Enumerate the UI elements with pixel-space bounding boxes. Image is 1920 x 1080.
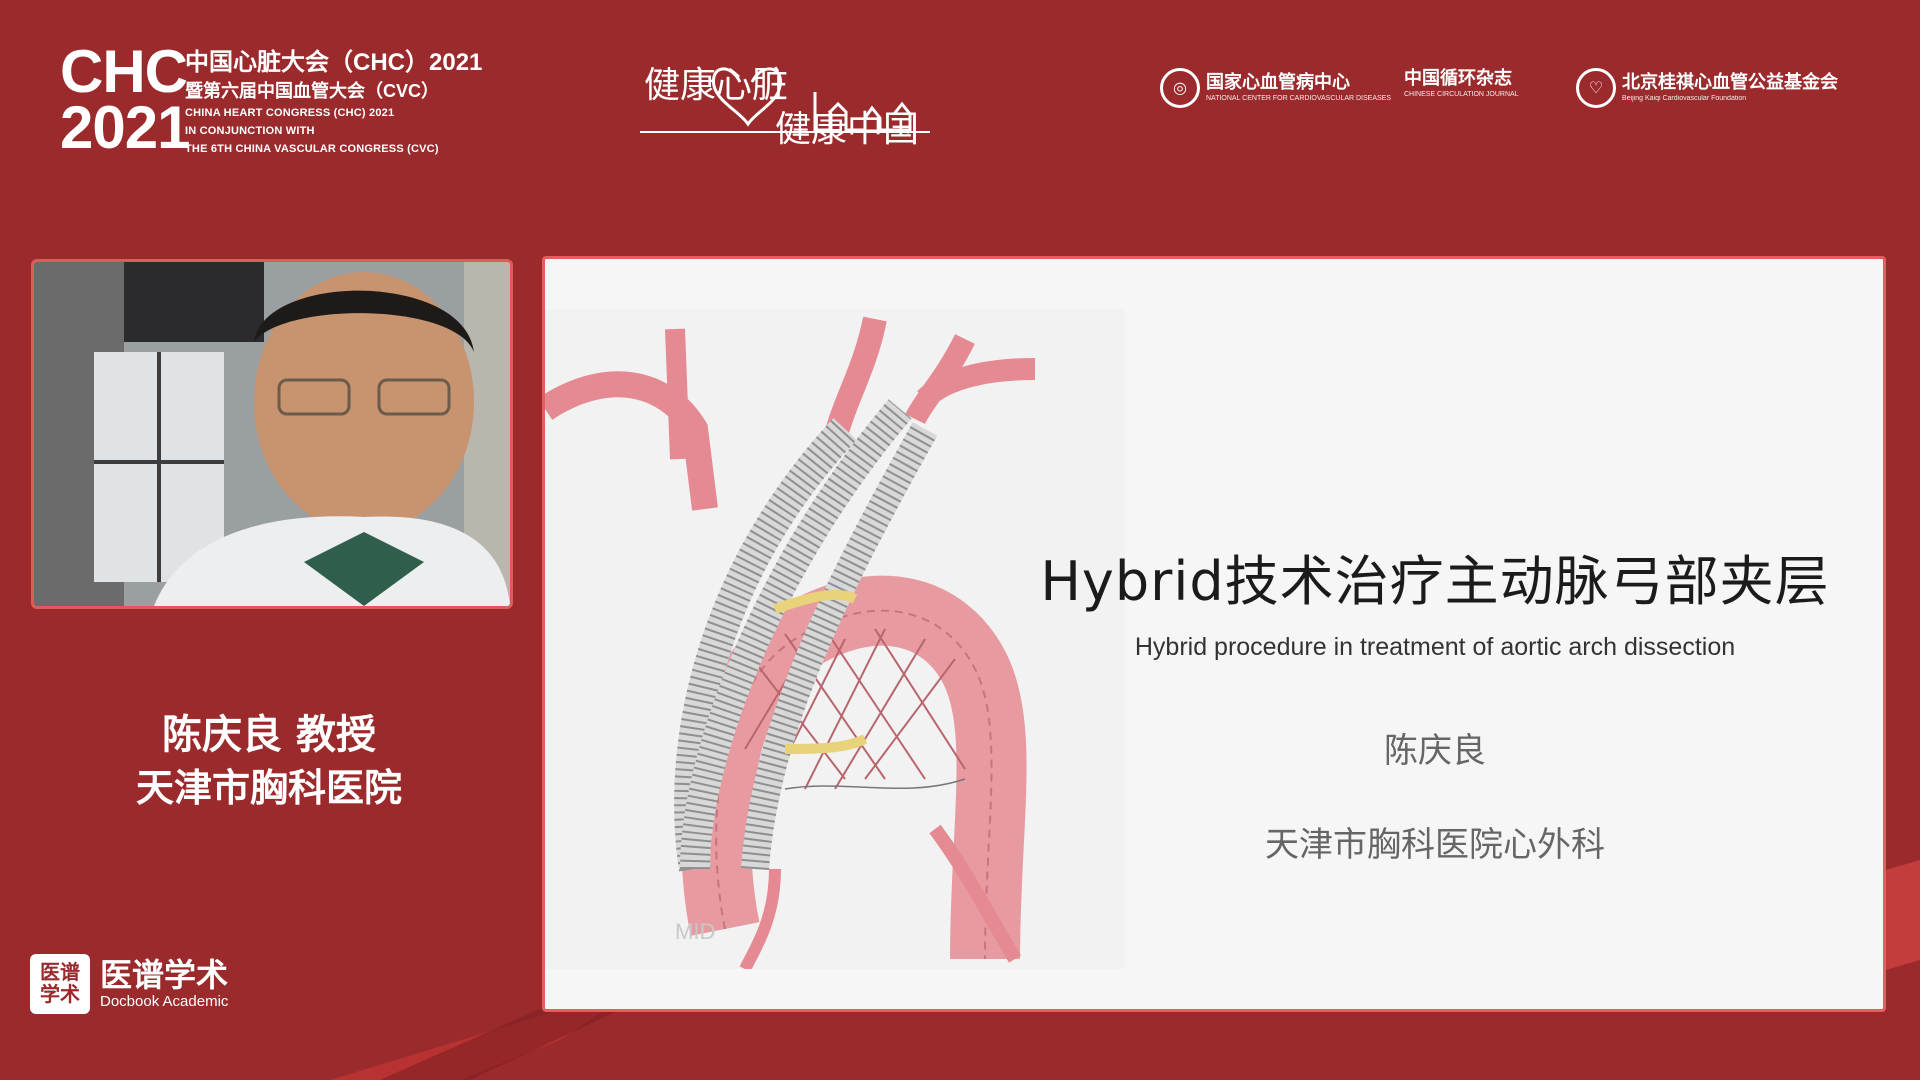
slide-author: 陈庆良: [1384, 731, 1486, 771]
org-ncc-en: NATIONAL CENTER FOR CARDIOVASCULAR DISEA…: [1206, 95, 1392, 102]
docbook-icon-top: 医谱: [40, 962, 80, 984]
org-foundation-en: Beijing Kaiqi Cardiovascular Foundation: [1622, 95, 1747, 102]
congress-title-cn: 中国心脏大会（CHC）2021: [185, 49, 483, 76]
congress-info: 中国心脏大会（CHC）2021 暨第六届中国血管大会（CVC） CHINA HE…: [185, 48, 482, 158]
slide-subtitle: Hybrid procedure in treatment of aortic …: [1134, 633, 1736, 661]
congress-subtitle-cn: 暨第六届中国血管大会（CVC）: [185, 81, 440, 101]
slide-title: Hybrid技术治疗主动脉弓部夹层: [1040, 550, 1830, 613]
org-ncc-cn: 国家心血管病中心: [1206, 72, 1350, 93]
docbook-icon-bottom: 学术: [40, 984, 80, 1006]
org-journal: 中国循环杂志 CHINESE CIRCULATION JOURNAL: [1404, 68, 1519, 100]
chc-logo: CHC 2021: [60, 38, 190, 161]
org-journal-cn: 中国循环杂志: [1404, 68, 1512, 89]
org-foundation: ♡ 北京桂祺心血管公益基金会 Beijing Kaiqi Cardiovascu…: [1576, 68, 1838, 108]
congress-title-en: CHINA HEART CONGRESS (CHC) 2021: [185, 107, 395, 119]
chc-logo-line2: 2021: [60, 94, 190, 161]
ncc-seal-icon: ◎: [1160, 68, 1200, 108]
org-foundation-cn: 北京桂祺心血管公益基金会: [1622, 72, 1838, 93]
org-ncc: ◎ 国家心血管病中心 NATIONAL CENTER FOR CARDIOVAS…: [1160, 68, 1391, 108]
speaker-name: 陈庆良 教授: [162, 712, 376, 758]
foundation-heart-icon: ♡: [1576, 68, 1616, 108]
illustration-watermark: MID: [675, 919, 716, 944]
slide-department: 天津市胸科医院心外科: [1265, 825, 1605, 865]
docbook-name-cn: 医谱学术: [100, 957, 229, 993]
docbook-brand: 医谱 学术 医谱学术 Docbook Academic: [30, 954, 228, 1014]
speaker-video[interactable]: [31, 259, 513, 609]
org-journal-en: CHINESE CIRCULATION JOURNAL: [1404, 91, 1519, 98]
slogan-line1: 健康心脏: [644, 65, 789, 106]
chc-logo-line1: CHC: [60, 38, 188, 105]
docbook-logo-icon: 医谱 学术: [30, 954, 90, 1014]
congress-subtitle-en: THE 6TH CHINA VASCULAR CONGRESS (CVC): [185, 143, 439, 155]
slogan-logo: 健康心脏 健康中国: [640, 52, 930, 150]
speaker-video-frame: [34, 262, 510, 606]
congress-conjunction-en: IN CONJUNCTION WITH: [185, 125, 315, 137]
docbook-name-en: Docbook Academic: [100, 993, 229, 1010]
speaker-hospital: 天津市胸科医院: [135, 766, 402, 810]
slogan-line2: 健康中国: [775, 109, 920, 150]
presentation-slide: MID Hybrid技术治疗主动脉弓部夹层 Hybrid procedure i…: [542, 256, 1886, 1012]
